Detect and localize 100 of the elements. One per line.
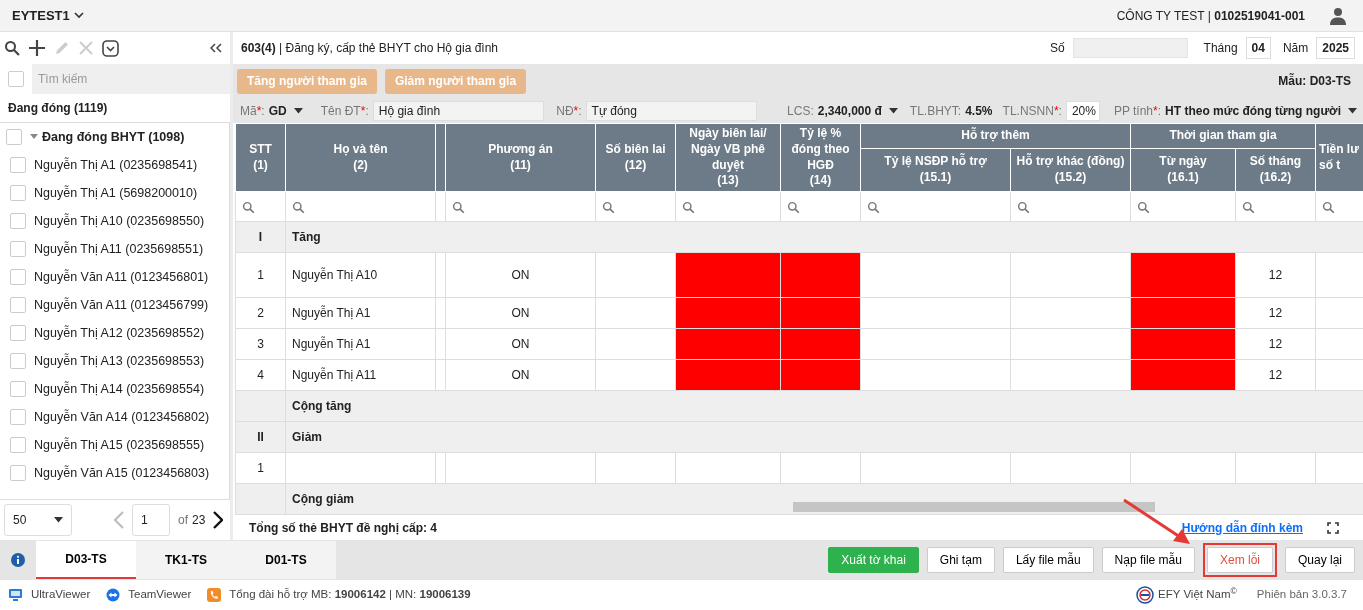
account-selector[interactable]: EYTEST1: [12, 5, 84, 26]
year-field[interactable]: 2025: [1316, 37, 1355, 59]
footer-text[interactable]: UltraViewer: [31, 586, 91, 604]
tree-group-label[interactable]: Đang đóng BHYT (1098): [42, 127, 185, 147]
param-label: TL.NSNN*:: [1002, 102, 1062, 120]
dropdown-icon[interactable]: [102, 39, 119, 57]
search-icon: [602, 200, 615, 214]
column-header: Họ và tên (2): [285, 123, 436, 192]
tree-item[interactable]: Nguyễn Thị A14 (0235698554): [34, 379, 205, 399]
tree-item[interactable]: Nguyễn Thị A1 (5698200010): [34, 183, 198, 203]
action-button[interactable]: Lấy file mẫu: [1002, 547, 1094, 573]
checkbox[interactable]: [10, 157, 26, 173]
expand-caret-icon[interactable]: [30, 133, 38, 141]
param-label: Tên ĐT*:: [320, 102, 369, 120]
user-icon[interactable]: [1329, 6, 1347, 25]
action-button[interactable]: Xem lỗi: [1206, 547, 1273, 573]
filter-field[interactable]: [860, 191, 1011, 222]
column-header: Ngày biên lai/ Ngày VB phê duyệt (13): [675, 123, 781, 192]
search-field[interactable]: Tìm kiếm: [32, 64, 230, 94]
tree-item[interactable]: Nguyễn Thị A13 (0235698553): [34, 351, 205, 371]
search-icon: [682, 200, 695, 214]
param-field[interactable]: Tự đóng: [585, 100, 758, 121]
checkbox[interactable]: [10, 465, 26, 481]
param-field[interactable]: 20%: [1065, 100, 1100, 121]
table-cell: Nguyễn Thị A1: [285, 328, 436, 360]
action-button[interactable]: Ghi tạm: [926, 547, 995, 573]
company-name: CÔNG TY TEST | 0102519041-001: [1116, 7, 1305, 25]
column-header: Số biên lai (12): [595, 123, 676, 192]
tree-item[interactable]: Nguyễn Thị A10 (0235698550): [34, 211, 205, 231]
column-header: Tiền lư số t: [1315, 123, 1363, 192]
filter-field[interactable]: [445, 191, 596, 222]
column-header: Phương án (11): [445, 123, 596, 192]
page-input[interactable]: 1: [132, 504, 170, 536]
phone-icon[interactable]: [207, 588, 222, 602]
filter-field[interactable]: [780, 191, 861, 222]
page-size-select[interactable]: 50: [4, 504, 72, 536]
checkbox[interactable]: [8, 71, 24, 87]
section-number: II: [235, 421, 286, 453]
form-tab[interactable]: D03-TS: [36, 541, 136, 579]
tree-item[interactable]: Nguyễn Thị A15 (0235698555): [34, 435, 205, 455]
column-header: Hỗ trợ khác (đồng) (15.2): [1010, 148, 1131, 192]
form-tab[interactable]: D01-TS: [236, 541, 336, 579]
table-cell: 12: [1235, 297, 1316, 329]
filter-field[interactable]: [675, 191, 781, 222]
section-title: Giảm: [285, 421, 1363, 453]
action-button[interactable]: Nạp file mẫu: [1101, 547, 1195, 573]
checkbox[interactable]: [10, 297, 26, 313]
chevron-right-icon[interactable]: [213, 511, 224, 529]
info-icon[interactable]: [11, 553, 25, 567]
action-button[interactable]: Quay lại: [1284, 547, 1355, 573]
tree-item[interactable]: Nguyễn Văn A11 (0123456799): [34, 295, 209, 315]
search-icon: [1322, 200, 1335, 214]
column-header: Tỷ lệ NSĐP hỗ trợ (15.1): [860, 148, 1011, 192]
add-icon[interactable]: [28, 39, 46, 57]
checkbox[interactable]: [6, 129, 22, 145]
tree-item[interactable]: Nguyễn Thị A11 (0235698551): [34, 239, 204, 259]
param-select[interactable]: GD: [268, 101, 303, 120]
collapse-icon[interactable]: [210, 43, 222, 53]
tree-item[interactable]: Nguyễn Văn A14 (0123456802): [34, 407, 210, 427]
fullscreen-icon[interactable]: [1327, 521, 1339, 534]
footer-text[interactable]: TeamViewer: [128, 586, 192, 604]
table-cell: 12: [1235, 252, 1316, 298]
filter-field[interactable]: [1130, 191, 1236, 222]
filter-field[interactable]: [1235, 191, 1316, 222]
monitor-icon[interactable]: [8, 588, 23, 602]
checkbox[interactable]: [10, 269, 26, 285]
number-field[interactable]: [1072, 38, 1188, 58]
tree-item[interactable]: Nguyễn Văn A15 (0123456803): [34, 463, 210, 483]
filter-field[interactable]: [235, 191, 286, 222]
subtotal-label: Cộng tăng: [285, 390, 1363, 422]
guide-link[interactable]: Hướng dẫn đính kèm: [1181, 518, 1303, 537]
tree-item[interactable]: Nguyễn Thị A1 (0235698541): [34, 155, 198, 175]
param-select[interactable]: 2,340,000 đ: [817, 101, 898, 120]
column-header: Số tháng (16.2): [1235, 148, 1316, 192]
column-group-header: Thời gian tham gia: [1130, 123, 1316, 149]
filter-field[interactable]: [1010, 191, 1131, 222]
checkbox[interactable]: [10, 409, 26, 425]
checkbox[interactable]: [10, 213, 26, 229]
checkbox[interactable]: [10, 381, 26, 397]
version-text: Phiên bản 3.0.3.7: [1256, 587, 1347, 603]
checkbox[interactable]: [10, 437, 26, 453]
checkbox[interactable]: [10, 325, 26, 341]
param-value: 4.5%: [965, 102, 993, 120]
param-field[interactable]: Hộ gia đình: [372, 100, 545, 121]
form-tab[interactable]: TK1-TS: [136, 541, 236, 579]
checkbox[interactable]: [10, 241, 26, 257]
checkbox[interactable]: [10, 185, 26, 201]
summary-text: Tổng số thẻ BHYT đề nghị cấp: 4: [249, 519, 437, 537]
table-cell: Nguyễn Thị A11: [285, 359, 436, 391]
table-cell: ON: [445, 359, 596, 391]
scrollbar-thumb[interactable]: [793, 502, 1155, 512]
param-select[interactable]: HT theo mức đóng từng người: [1165, 101, 1357, 120]
tree-item[interactable]: Nguyễn Văn A11 (0123456801): [34, 267, 209, 287]
search-icon[interactable]: [4, 40, 20, 56]
filter-field[interactable]: [285, 191, 436, 222]
checkbox[interactable]: [10, 353, 26, 369]
table-cell: 1: [235, 452, 286, 484]
month-field[interactable]: 04: [1245, 37, 1271, 59]
tree-item[interactable]: Nguyễn Thị A12 (0235698552): [34, 323, 205, 343]
filter-field[interactable]: [595, 191, 676, 222]
